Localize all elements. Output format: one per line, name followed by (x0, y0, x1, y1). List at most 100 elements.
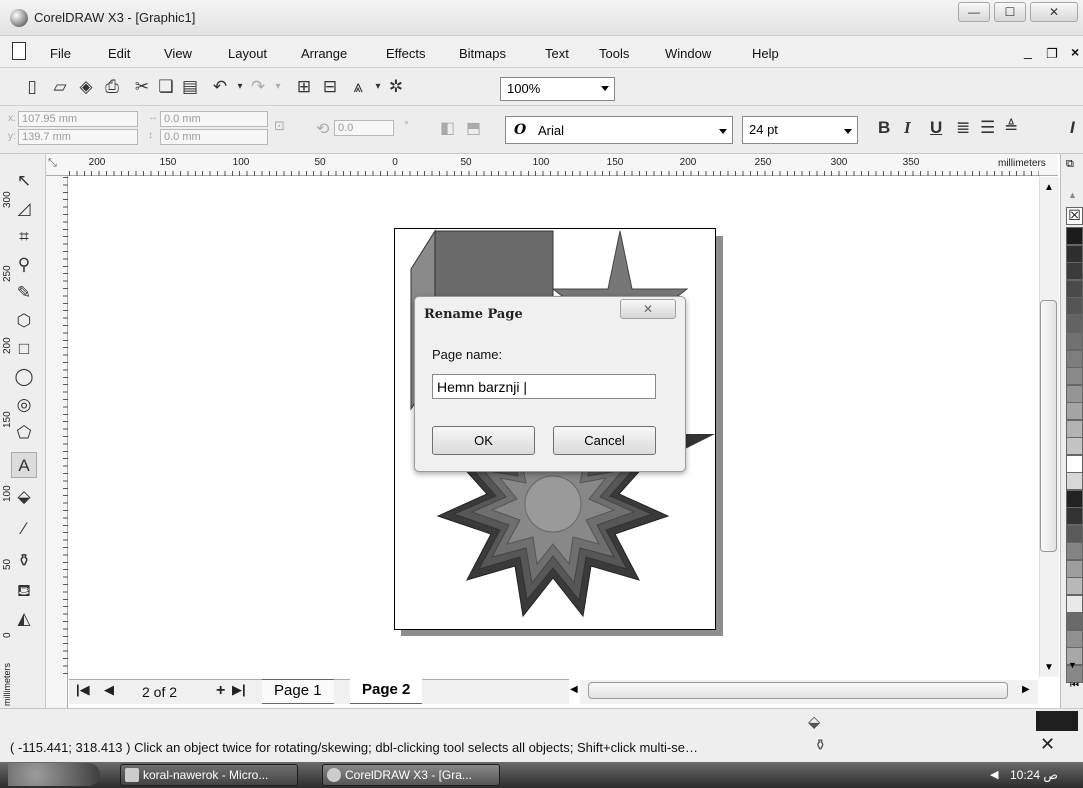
outline-tool-icon[interactable]: ⚱ (11, 548, 37, 574)
color-swatch[interactable] (1066, 332, 1083, 350)
height-field[interactable]: 0.0 mm (160, 129, 268, 145)
palette-scroll-down-icon[interactable]: ▼ (1068, 660, 1077, 670)
tray-expand-icon[interactable]: ◀ (990, 768, 998, 781)
last-page-button[interactable]: ▶| (232, 682, 246, 698)
doc-close-button[interactable]: × (1071, 44, 1079, 60)
ruler-origin-icon[interactable]: ⤡ (48, 157, 57, 170)
palette-flyout-icon[interactable]: ⧉ (1066, 158, 1074, 171)
redo-dropdown-icon[interactable]: ▾ (268, 77, 288, 97)
color-swatch[interactable] (1066, 279, 1083, 298)
no-fill-swatch[interactable]: ☒ (1066, 207, 1083, 225)
tab-page-1[interactable]: Page 1 (262, 679, 334, 704)
color-swatch[interactable] (1066, 419, 1083, 438)
menu-edit[interactable]: Edit (108, 46, 130, 61)
color-swatch[interactable] (1066, 594, 1083, 613)
welcome-screen-icon[interactable]: ✲ (386, 77, 406, 97)
interactive-fill-tool-icon[interactable]: ◭ (11, 606, 37, 632)
x-position-field[interactable]: 107.95 mm (18, 111, 138, 127)
color-swatch[interactable] (1066, 314, 1083, 333)
color-swatch[interactable] (1066, 524, 1083, 543)
text-tool-icon[interactable]: A (11, 452, 37, 478)
align-icon[interactable]: ≣ (956, 118, 970, 138)
crop-tool-icon[interactable]: ⌗ (11, 224, 37, 250)
smart-fill-tool-icon[interactable]: ⬡ (11, 308, 37, 334)
italic-button[interactable]: I (904, 118, 911, 138)
underline-button[interactable]: U (930, 118, 942, 138)
scroll-down-icon[interactable]: ▼ (1044, 662, 1054, 673)
ok-button[interactable]: OK (432, 426, 535, 455)
color-swatch[interactable] (1066, 367, 1083, 385)
color-swatch[interactable] (1066, 542, 1083, 560)
color-swatch[interactable] (1066, 384, 1083, 403)
new-icon[interactable]: ▯ (22, 77, 42, 97)
open-icon[interactable]: ▱ (50, 77, 70, 97)
color-swatch[interactable] (1066, 454, 1083, 473)
maximize-button[interactable]: ☐ (994, 2, 1026, 22)
menu-text[interactable]: Text (545, 46, 569, 61)
import-icon[interactable]: ⊞ (294, 77, 314, 97)
width-field[interactable]: 0.0 mm (160, 111, 268, 127)
application-launcher-icon[interactable]: ⩓ (348, 77, 368, 97)
task-coreldraw[interactable]: CorelDRAW X3 - [Gra... (322, 764, 500, 786)
undo-dropdown-icon[interactable]: ▾ (230, 77, 250, 97)
previous-page-button[interactable]: ◀ (104, 682, 114, 698)
basic-shapes-tool-icon[interactable]: ⬠ (11, 420, 37, 446)
zoom-tool-icon[interactable]: ⚲ (11, 252, 37, 278)
ellipse-tool-icon[interactable]: ◯ (11, 364, 37, 390)
y-position-field[interactable]: 139.7 mm (18, 129, 138, 145)
rectangle-tool-icon[interactable]: □ (11, 336, 37, 362)
doc-minimize-button[interactable]: _ (1024, 43, 1032, 59)
menu-file[interactable]: File (50, 46, 71, 61)
copy-icon[interactable]: ❏ (156, 77, 176, 97)
outline-color-indicator[interactable]: ✕ (1040, 734, 1055, 755)
cut-icon[interactable]: ✂ (132, 77, 152, 97)
palette-expand-icon[interactable]: ⏮ (1070, 680, 1079, 691)
color-swatch[interactable] (1066, 559, 1083, 578)
undo-icon[interactable]: ↶ (210, 77, 230, 97)
menu-window[interactable]: Window (665, 46, 711, 61)
color-swatch[interactable] (1066, 507, 1083, 525)
fill-color-indicator[interactable] (1036, 711, 1078, 731)
bullet-list-icon[interactable]: ☰ (980, 118, 995, 138)
paste-icon[interactable]: ▤ (180, 77, 200, 97)
redo-icon[interactable]: ↷ (248, 77, 268, 97)
color-swatch[interactable] (1066, 402, 1083, 420)
bold-button[interactable]: B (878, 118, 890, 138)
horizontal-scroll-thumb[interactable] (588, 682, 1008, 699)
palette-scroll-up-icon[interactable]: ▲ (1068, 190, 1077, 200)
cancel-button[interactable]: Cancel (553, 426, 656, 455)
page-name-input[interactable] (432, 374, 656, 399)
menu-help[interactable]: Help (752, 46, 779, 61)
scroll-up-icon[interactable]: ▲ (1044, 182, 1054, 193)
minimize-button[interactable]: — (958, 2, 990, 22)
shape-tool-icon[interactable]: ◿ (11, 196, 37, 222)
interactive-tool-icon[interactable]: ⬙ (11, 484, 37, 510)
color-swatch[interactable] (1066, 349, 1083, 368)
menu-effects[interactable]: Effects (386, 46, 426, 61)
pick-tool-icon[interactable]: ↖ (11, 168, 37, 194)
scroll-right-icon[interactable]: ▶ (1022, 684, 1030, 695)
doc-restore-button[interactable]: ❐ (1046, 46, 1058, 62)
spiral-tool-icon[interactable]: ◎ (11, 392, 37, 418)
drop-cap-icon[interactable]: ≜ (1004, 118, 1018, 138)
color-swatch[interactable] (1066, 262, 1083, 280)
color-swatch[interactable] (1066, 629, 1083, 648)
color-swatch[interactable] (1066, 227, 1083, 245)
close-button[interactable]: ✕ (1030, 2, 1078, 22)
print-icon[interactable]: ⎙ (102, 77, 122, 97)
menu-arrange[interactable]: Arrange (301, 46, 347, 61)
menu-layout[interactable]: Layout (228, 46, 267, 61)
font-list-select[interactable]: O Arial (505, 116, 733, 144)
clock[interactable]: 10:24 ص (1010, 768, 1058, 782)
color-swatch[interactable] (1066, 437, 1083, 455)
zoom-level-select[interactable]: 100% (500, 77, 615, 101)
task-word[interactable]: koral-nawerok - Micro... (120, 764, 298, 786)
color-swatch[interactable] (1066, 297, 1083, 315)
menu-bitmaps[interactable]: Bitmaps (459, 46, 506, 61)
color-swatch[interactable] (1066, 577, 1083, 595)
rotation-angle-field[interactable]: 0.0 (334, 120, 394, 136)
add-page-button[interactable]: + (216, 682, 225, 700)
font-size-select[interactable]: 24 pt (742, 116, 858, 144)
menu-tools[interactable]: Tools (599, 46, 629, 61)
eyedropper-tool-icon[interactable]: ⁄ (11, 516, 37, 542)
